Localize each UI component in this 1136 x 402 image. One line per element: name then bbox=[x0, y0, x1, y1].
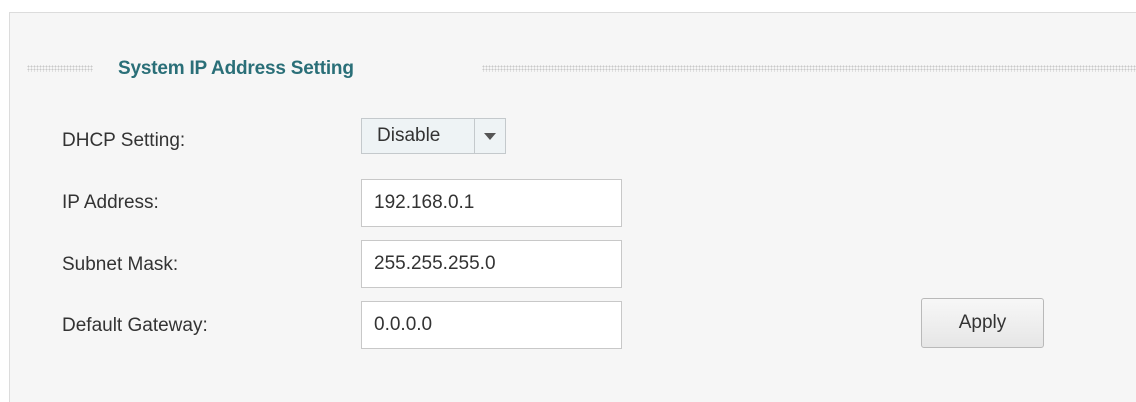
section-title: System IP Address Setting bbox=[118, 58, 354, 79]
subnet-mask-label: Subnet Mask: bbox=[62, 254, 179, 275]
section-divider-right bbox=[482, 65, 1136, 72]
dhcp-setting-label: DHCP Setting: bbox=[62, 130, 186, 151]
section-divider-left bbox=[27, 65, 93, 72]
ip-address-input[interactable] bbox=[361, 179, 622, 227]
dhcp-setting-value: Disable bbox=[377, 125, 441, 146]
default-gateway-label: Default Gateway: bbox=[62, 315, 208, 336]
apply-button[interactable]: Apply bbox=[921, 298, 1044, 348]
dropdown-arrow[interactable] bbox=[474, 119, 505, 153]
chevron-down-icon bbox=[484, 132, 496, 140]
subnet-mask-input[interactable] bbox=[361, 240, 622, 288]
dhcp-setting-select[interactable]: Disable bbox=[361, 118, 506, 154]
default-gateway-input[interactable] bbox=[361, 301, 622, 349]
ip-address-label: IP Address: bbox=[62, 192, 159, 213]
